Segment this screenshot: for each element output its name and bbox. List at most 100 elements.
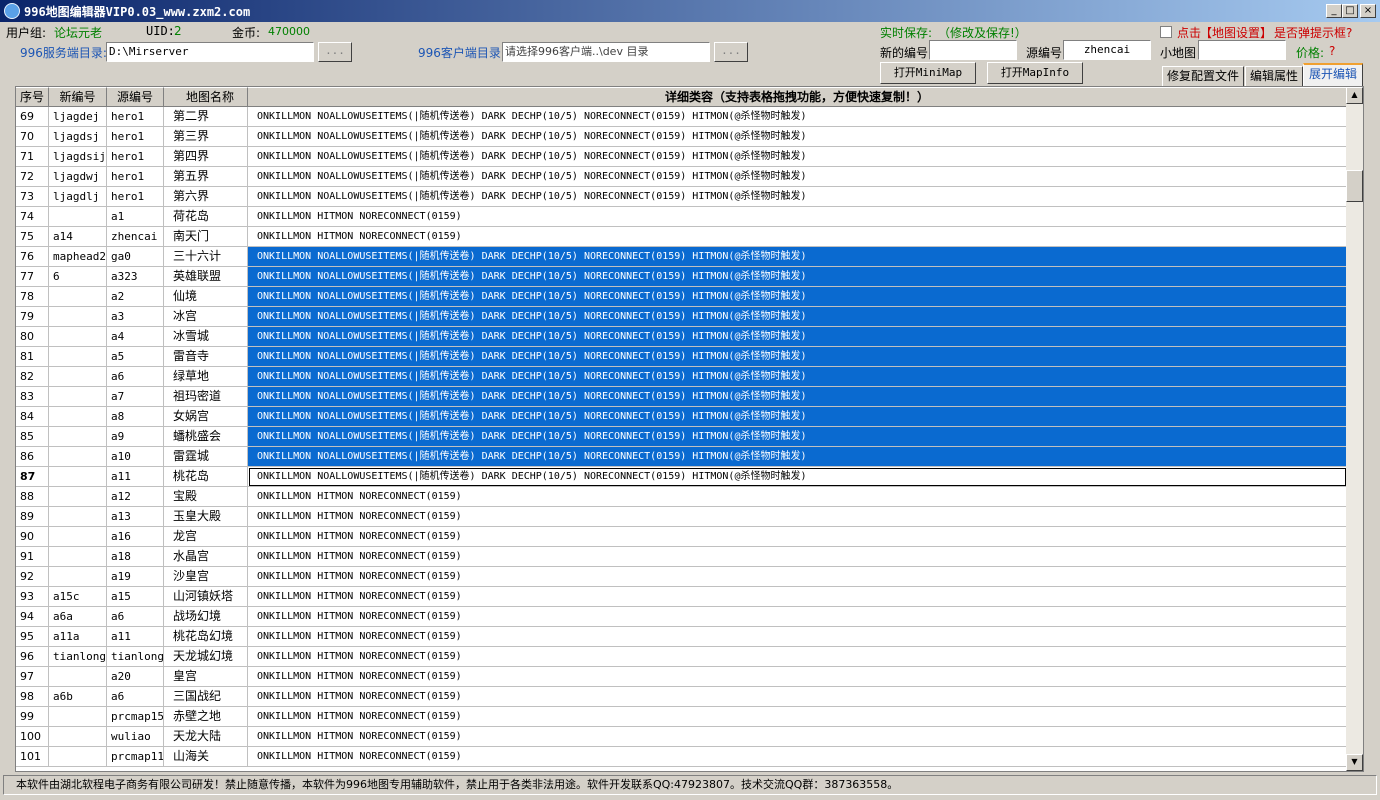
detail-cell[interactable]: ONKILLMON NOALLOWUSEITEMS(|随机传送卷) DARK D…: [248, 387, 1347, 407]
new-id-cell[interactable]: ljagdlj: [49, 187, 107, 207]
map-name-cell[interactable]: 宝殿: [164, 487, 248, 507]
row-number-cell[interactable]: 101: [16, 747, 49, 767]
row-number-cell[interactable]: 94: [16, 607, 49, 627]
client-dir-browse-button[interactable]: ...: [714, 42, 748, 62]
popup-checkbox[interactable]: [1160, 26, 1172, 38]
source-id-cell[interactable]: a18: [107, 547, 164, 567]
map-name-cell[interactable]: 天龙城幻境: [164, 647, 248, 667]
detail-cell[interactable]: ONKILLMON NOALLOWUSEITEMS(|随机传送卷) DARK D…: [248, 327, 1347, 347]
new-id-input[interactable]: [929, 40, 1017, 60]
table-row[interactable]: 84 a8 女娲宫 ONKILLMON NOALLOWUSEITEMS(|随机传送卷)…: [16, 407, 1347, 427]
detail-cell[interactable]: ONKILLMON NOALLOWUSEITEMS(|随机传送卷) DARK D…: [248, 187, 1347, 207]
row-number-cell[interactable]: 70: [16, 127, 49, 147]
table-row[interactable]: 70 ljagdsj hero1 第三界 ONKILLMON NOALLOWUSEITE…: [16, 127, 1347, 147]
map-name-cell[interactable]: 三十六计: [164, 247, 248, 267]
new-id-cell[interactable]: [49, 347, 107, 367]
open-minimap-button[interactable]: 打开MiniMap: [880, 62, 976, 84]
map-name-cell[interactable]: 冰宫: [164, 307, 248, 327]
row-number-cell[interactable]: 74: [16, 207, 49, 227]
source-id-cell[interactable]: a6: [107, 607, 164, 627]
table-row[interactable]: 97 a20 皇宫 ONKILLMON HITMON NORECONNECT(0159…: [16, 667, 1347, 687]
detail-cell[interactable]: ONKILLMON NOALLOWUSEITEMS(|随机传送卷) DARK D…: [248, 367, 1347, 387]
new-id-cell[interactable]: a14: [49, 227, 107, 247]
tab-expand-edit[interactable]: 展开编辑: [1303, 63, 1363, 87]
row-number-cell[interactable]: 81: [16, 347, 49, 367]
scroll-thumb[interactable]: [1346, 170, 1363, 202]
map-name-cell[interactable]: 绿草地: [164, 367, 248, 387]
row-number-cell[interactable]: 93: [16, 587, 49, 607]
detail-cell[interactable]: ONKILLMON HITMON NORECONNECT(0159): [248, 687, 1347, 707]
source-id-cell[interactable]: a5: [107, 347, 164, 367]
source-id-cell[interactable]: a7: [107, 387, 164, 407]
detail-cell[interactable]: ONKILLMON HITMON NORECONNECT(0159): [248, 647, 1347, 667]
map-name-cell[interactable]: 第六界: [164, 187, 248, 207]
source-id-cell[interactable]: zhencai: [107, 227, 164, 247]
source-id-cell[interactable]: hero1: [107, 147, 164, 167]
new-id-cell[interactable]: [49, 447, 107, 467]
source-id-cell[interactable]: a10: [107, 447, 164, 467]
detail-cell[interactable]: ONKILLMON NOALLOWUSEITEMS(|随机传送卷) DARK D…: [248, 287, 1347, 307]
map-name-cell[interactable]: 山河镇妖塔: [164, 587, 248, 607]
detail-cell[interactable]: ONKILLMON HITMON NORECONNECT(0159): [248, 727, 1347, 747]
detail-cell[interactable]: ONKILLMON NOALLOWUSEITEMS(|随机传送卷) DARK D…: [248, 247, 1347, 267]
source-id-cell[interactable]: tianlong: [107, 647, 164, 667]
new-id-cell[interactable]: [49, 427, 107, 447]
new-id-cell[interactable]: a6a: [49, 607, 107, 627]
detail-cell[interactable]: ONKILLMON HITMON NORECONNECT(0159): [248, 567, 1347, 587]
row-number-cell[interactable]: 72: [16, 167, 49, 187]
map-name-cell[interactable]: 玉皇大殿: [164, 507, 248, 527]
map-name-cell[interactable]: 龙宫: [164, 527, 248, 547]
new-id-cell[interactable]: ljagdsij: [49, 147, 107, 167]
row-number-cell[interactable]: 95: [16, 627, 49, 647]
table-row[interactable]: 87 a11 桃花岛 ONKILLMON NOALLOWUSEITEMS(|随机传送卷…: [16, 467, 1347, 487]
table-row[interactable]: 71 ljagdsij hero1 第四界 ONKILLMON NOALLOWUSEIT…: [16, 147, 1347, 167]
table-row[interactable]: 98 a6b a6 三国战纪 ONKILLMON HITMON NORECONNECT(…: [16, 687, 1347, 707]
map-name-cell[interactable]: 战场幻境: [164, 607, 248, 627]
table-row[interactable]: 77 6 a323 英雄联盟 ONKILLMON NOALLOWUSEITEMS(|随机…: [16, 267, 1347, 287]
row-number-cell[interactable]: 79: [16, 307, 49, 327]
new-id-cell[interactable]: [49, 207, 107, 227]
new-id-cell[interactable]: [49, 747, 107, 767]
map-name-cell[interactable]: 三国战纪: [164, 687, 248, 707]
detail-cell[interactable]: ONKILLMON HITMON NORECONNECT(0159): [248, 207, 1347, 227]
detail-cell[interactable]: ONKILLMON HITMON NORECONNECT(0159): [248, 747, 1347, 767]
source-id-cell[interactable]: a11: [107, 627, 164, 647]
map-name-cell[interactable]: 仙境: [164, 287, 248, 307]
map-name-cell[interactable]: 英雄联盟: [164, 267, 248, 287]
detail-cell[interactable]: ONKILLMON NOALLOWUSEITEMS(|随机传送卷) DARK D…: [248, 447, 1347, 467]
map-name-cell[interactable]: 沙皇宫: [164, 567, 248, 587]
row-number-cell[interactable]: 69: [16, 107, 49, 127]
row-number-cell[interactable]: 84: [16, 407, 49, 427]
minimize-button[interactable]: _: [1326, 4, 1342, 18]
detail-cell[interactable]: ONKILLMON NOALLOWUSEITEMS(|随机传送卷) DARK D…: [248, 267, 1347, 287]
source-id-cell[interactable]: a323: [107, 267, 164, 287]
source-id-input[interactable]: zhencai: [1063, 40, 1151, 60]
row-number-cell[interactable]: 97: [16, 667, 49, 687]
table-row[interactable]: 79 a3 冰宫 ONKILLMON NOALLOWUSEITEMS(|随机传送卷) …: [16, 307, 1347, 327]
map-settings-link[interactable]: 【地图设置】: [1200, 24, 1272, 41]
new-id-cell[interactable]: [49, 307, 107, 327]
map-name-cell[interactable]: 桃花岛: [164, 467, 248, 487]
table-row[interactable]: 93 a15c a15 山河镇妖塔 ONKILLMON HITMON NORECONNE…: [16, 587, 1347, 607]
maximize-button[interactable]: □: [1342, 4, 1358, 18]
row-number-cell[interactable]: 100: [16, 727, 49, 747]
source-id-cell[interactable]: hero1: [107, 127, 164, 147]
detail-cell[interactable]: ONKILLMON HITMON NORECONNECT(0159): [248, 507, 1347, 527]
table-row[interactable]: 92 a19 沙皇宫 ONKILLMON HITMON NORECONNECT(015…: [16, 567, 1347, 587]
map-name-cell[interactable]: 第二界: [164, 107, 248, 127]
source-id-cell[interactable]: a12: [107, 487, 164, 507]
new-id-cell[interactable]: maphead28: [49, 247, 107, 267]
table-row[interactable]: 85 a9 蟠桃盛会 ONKILLMON NOALLOWUSEITEMS(|随机传送卷…: [16, 427, 1347, 447]
source-id-cell[interactable]: hero1: [107, 167, 164, 187]
table-row[interactable]: 88 a12 宝殿 ONKILLMON HITMON NORECONNECT(0159…: [16, 487, 1347, 507]
source-id-cell[interactable]: a11: [107, 467, 164, 487]
map-grid[interactable]: 序号 新编号 源编号 地图名称 详细类容（支持表格拖拽功能，方便快速复制！） 69 ljag…: [15, 86, 1364, 772]
source-id-cell[interactable]: a4: [107, 327, 164, 347]
source-id-cell[interactable]: hero1: [107, 187, 164, 207]
detail-cell[interactable]: ONKILLMON NOALLOWUSEITEMS(|随机传送卷) DARK D…: [248, 127, 1347, 147]
table-row[interactable]: 78 a2 仙境 ONKILLMON NOALLOWUSEITEMS(|随机传送卷) …: [16, 287, 1347, 307]
new-id-cell[interactable]: [49, 367, 107, 387]
map-name-cell[interactable]: 第三界: [164, 127, 248, 147]
map-name-cell[interactable]: 蟠桃盛会: [164, 427, 248, 447]
row-number-cell[interactable]: 96: [16, 647, 49, 667]
